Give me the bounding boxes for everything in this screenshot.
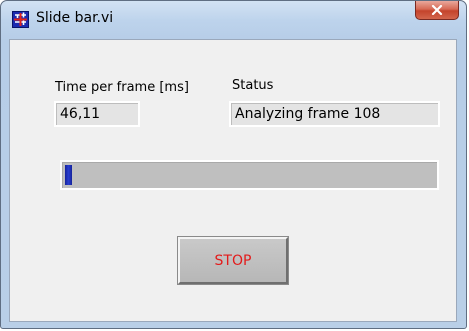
time-per-frame-indicator: 46,11: [54, 101, 140, 127]
labview-app-icon: [12, 11, 29, 28]
window-title: Slide bar.vi: [36, 10, 114, 26]
front-panel: Time per frame [ms] 46,11 Status Analyzi…: [9, 39, 457, 322]
progress-track: [62, 162, 437, 188]
status-indicator: Analyzing frame 108: [229, 101, 440, 127]
window-close-button[interactable]: [415, 1, 459, 20]
time-per-frame-label: Time per frame [ms]: [55, 80, 189, 95]
app-window: Slide bar.vi Time per frame [ms] 46,11 S…: [0, 0, 467, 329]
stop-button[interactable]: STOP: [178, 237, 288, 284]
progress-fill: [65, 165, 72, 185]
slide-progress-bar: [60, 160, 439, 190]
close-icon: [431, 5, 443, 15]
title-bar[interactable]: Slide bar.vi: [1, 1, 466, 31]
status-label: Status: [232, 78, 274, 93]
